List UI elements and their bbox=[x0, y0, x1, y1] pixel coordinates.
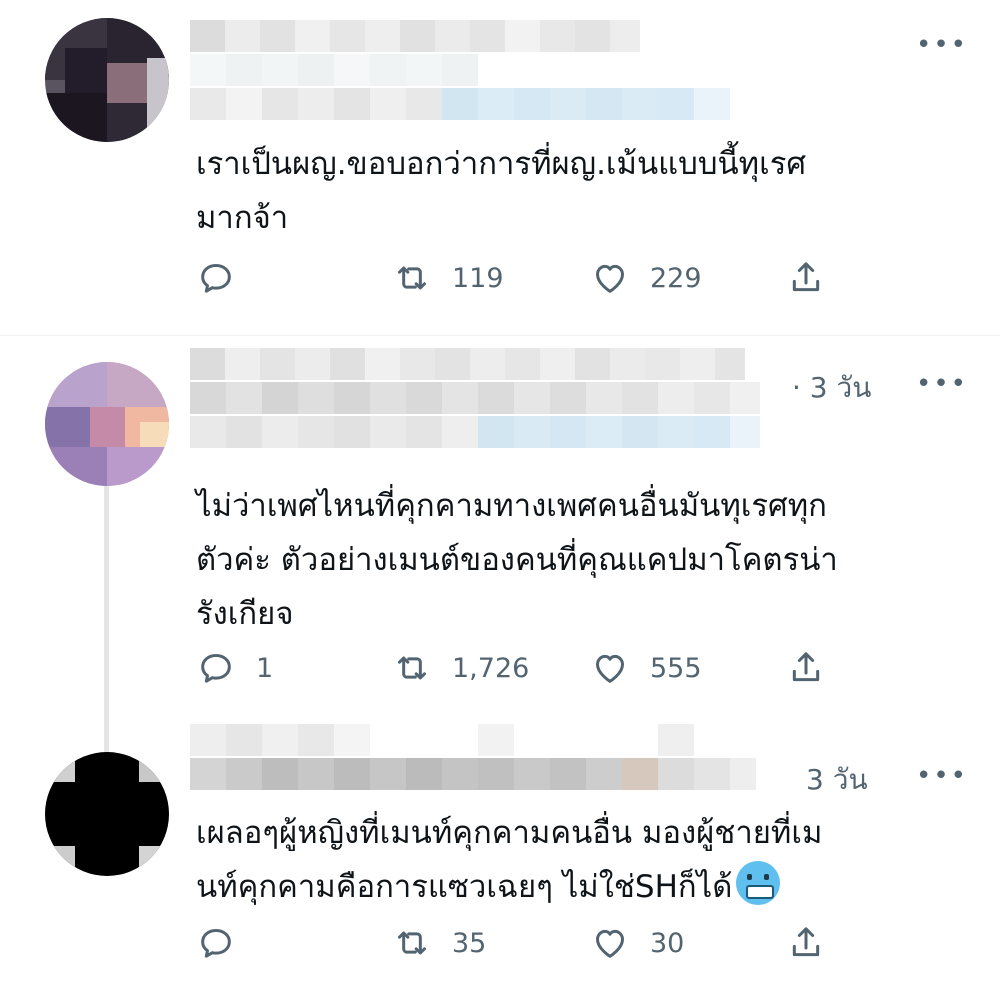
reply-count: 1 bbox=[256, 652, 274, 684]
thread-line bbox=[104, 716, 109, 754]
more-options-icon[interactable]: ••• bbox=[916, 32, 968, 58]
blurred-handle bbox=[190, 54, 478, 86]
reply-button[interactable] bbox=[196, 923, 256, 963]
thread-line bbox=[104, 486, 109, 716]
tweet-1[interactable]: ••• เราเป็นผญ.ขอบอกว่าการที่ผญ.เม้นแบบนี… bbox=[0, 0, 1000, 335]
share-button[interactable] bbox=[786, 258, 826, 298]
blurred-handle bbox=[190, 758, 756, 790]
tweet-actions: 1 1,726 555 bbox=[196, 648, 836, 688]
tweet-text: ไม่ว่าเพศไหนที่คุกคามทางเพศคนอื่นมันทุเร… bbox=[196, 479, 950, 641]
heart-icon bbox=[596, 929, 624, 958]
retweet-count: 1,726 bbox=[452, 652, 530, 684]
like-count: 555 bbox=[650, 652, 702, 684]
like-button[interactable]: 229 bbox=[590, 258, 702, 298]
tweet-actions: 119 229 bbox=[196, 258, 836, 298]
reply-icon bbox=[201, 264, 231, 293]
more-options-icon[interactable]: ••• bbox=[916, 763, 968, 789]
share-icon bbox=[792, 262, 820, 292]
retweet-count: 119 bbox=[452, 262, 504, 294]
tweet-text-line: ตัวค่ะ ตัวอย่างเมนต์ของคนที่คุณแคปมาโคตร… bbox=[196, 542, 838, 578]
tweet-text-line: เราเป็นผญ.ขอบอกว่าการที่ผญ.เม้นแบบนี้ทุเ… bbox=[196, 146, 807, 182]
retweet-icon bbox=[398, 266, 426, 290]
blurred-display-name bbox=[190, 724, 694, 756]
tweet-text-line: นท์คุกคามคือการแซวเฉยๆ ไม่ใช่SHก็ได้ bbox=[196, 869, 733, 905]
reply-icon bbox=[201, 929, 231, 958]
heart-icon bbox=[596, 264, 624, 293]
retweet-button[interactable]: 35 bbox=[392, 923, 486, 963]
retweet-button[interactable]: 119 bbox=[392, 258, 504, 298]
reply-button[interactable]: 1 bbox=[196, 648, 273, 688]
tweet-text-line-with-emoji: นท์คุกคามคือการแซวเฉยๆ ไม่ใช่SHก็ได้ bbox=[196, 860, 950, 914]
share-button[interactable] bbox=[786, 923, 826, 963]
tweet-timestamp[interactable]: 3 วัน bbox=[806, 758, 868, 802]
share-icon bbox=[792, 927, 820, 957]
tweet-text-line: รังเกียจ bbox=[196, 596, 294, 632]
tweet-text: เราเป็นผญ.ขอบอกว่าการที่ผญ.เม้นแบบนี้ทุเ… bbox=[196, 137, 950, 245]
avatar[interactable] bbox=[45, 752, 169, 876]
avatar[interactable] bbox=[45, 18, 169, 142]
retweet-count: 35 bbox=[452, 927, 487, 959]
blurred-replying-to bbox=[190, 416, 760, 448]
blurred-replying-to bbox=[190, 88, 730, 120]
like-count: 30 bbox=[650, 927, 685, 959]
like-button[interactable]: 555 bbox=[590, 648, 702, 688]
heart-icon bbox=[596, 654, 624, 683]
share-button[interactable] bbox=[786, 648, 826, 688]
blurred-display-name bbox=[190, 348, 745, 380]
like-count: 229 bbox=[650, 262, 702, 294]
tweet-3[interactable]: 3 วัน ••• เผลอๆผู้หญิงที่เมนท์คุกคามคนอื… bbox=[0, 716, 1000, 990]
retweet-icon bbox=[398, 931, 426, 955]
tweet-text-line: ไม่ว่าเพศไหนที่คุกคามทางเพศคนอื่นมันทุเร… bbox=[196, 488, 827, 524]
reply-button[interactable] bbox=[196, 258, 256, 298]
more-options-icon[interactable]: ••• bbox=[916, 371, 968, 397]
tweet-text-line: มากจ้า bbox=[196, 200, 289, 236]
reply-icon bbox=[201, 654, 231, 683]
retweet-button[interactable]: 1,726 bbox=[392, 648, 529, 688]
share-icon bbox=[792, 652, 820, 682]
cold-face-emoji-icon bbox=[736, 861, 781, 905]
tweet-text-line: เผลอๆผู้หญิงที่เมนท์คุกคามคนอื่น มองผู้ช… bbox=[196, 815, 823, 851]
avatar[interactable] bbox=[45, 362, 169, 486]
retweet-icon bbox=[398, 656, 426, 680]
tweet-timestamp[interactable]: · 3 วัน bbox=[792, 366, 871, 410]
tweet-2[interactable]: · 3 วัน ••• ไม่ว่าเพศไหนที่คุกคามทางเพศค… bbox=[0, 336, 1000, 716]
like-button[interactable]: 30 bbox=[590, 923, 684, 963]
blurred-display-name bbox=[190, 20, 640, 52]
tweet-text: เผลอๆผู้หญิงที่เมนท์คุกคามคนอื่น มองผู้ช… bbox=[196, 806, 950, 914]
blurred-handle bbox=[190, 382, 760, 414]
tweet-actions: 35 30 bbox=[196, 923, 836, 963]
